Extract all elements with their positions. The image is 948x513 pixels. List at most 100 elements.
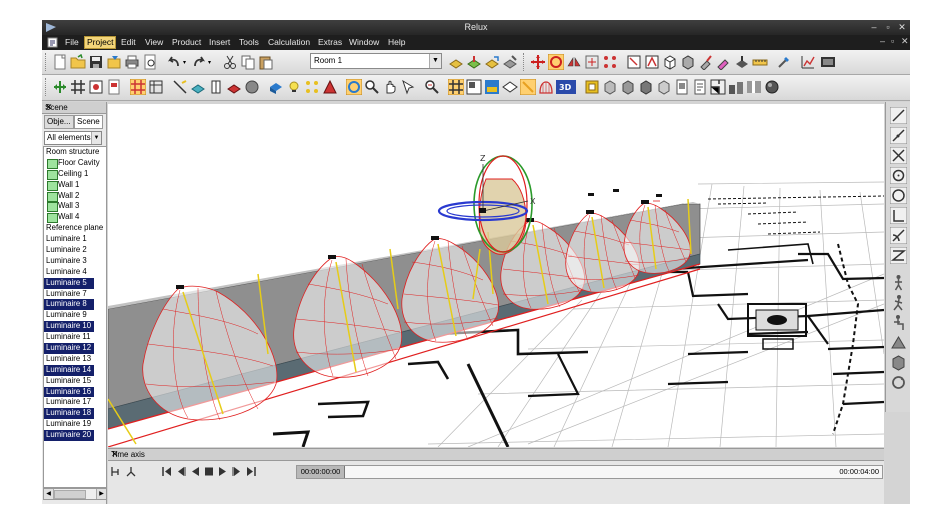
tree-item[interactable]: Room structure xyxy=(44,147,106,158)
tree-item[interactable]: Luminaire 7 xyxy=(44,289,106,300)
tree-item[interactable]: Ceiling 1 xyxy=(44,169,106,180)
scroll-left-icon[interactable]: ◀ xyxy=(44,489,54,499)
draw-line-tool-icon[interactable] xyxy=(890,107,907,124)
remove-keyframe-icon[interactable] xyxy=(125,466,137,477)
view-back-icon[interactable] xyxy=(656,79,672,95)
zoom-icon[interactable] xyxy=(364,79,380,95)
colour-icon[interactable] xyxy=(716,54,732,70)
view-front-icon[interactable] xyxy=(602,79,618,95)
zoom-extents-icon[interactable] xyxy=(88,79,104,95)
3d-stereo-icon[interactable]: 3D xyxy=(556,79,576,95)
3d-viewport[interactable]: Z X xyxy=(108,104,884,447)
plane-view-icon[interactable] xyxy=(502,79,518,95)
insert-luminaire-icon[interactable] xyxy=(286,79,302,95)
menu-product[interactable]: Product xyxy=(170,37,203,48)
refresh-view-icon[interactable] xyxy=(890,374,907,391)
polyline-tool-icon[interactable] xyxy=(890,247,907,264)
insert-sphere-icon[interactable] xyxy=(244,79,260,95)
paste-icon[interactable] xyxy=(258,54,274,70)
view-top-icon[interactable] xyxy=(584,79,600,95)
pan-icon[interactable] xyxy=(382,79,398,95)
3d-scene[interactable]: Z X xyxy=(108,104,884,447)
cut-icon[interactable] xyxy=(222,54,238,70)
play-icon[interactable] xyxy=(218,466,228,477)
open-folder-icon[interactable] xyxy=(70,54,86,70)
tools-icon[interactable] xyxy=(776,54,792,70)
menu-view[interactable]: View xyxy=(143,37,165,48)
rotate-icon[interactable] xyxy=(548,54,564,70)
circle-tool-icon[interactable] xyxy=(890,167,907,184)
wireframe-icon[interactable] xyxy=(148,79,164,95)
tree-item[interactable]: Wall 2 xyxy=(44,191,106,202)
surface-icon[interactable] xyxy=(734,54,750,70)
report-icon[interactable] xyxy=(692,79,708,95)
view-layout-icon[interactable] xyxy=(466,79,482,95)
select-pointer-icon[interactable] xyxy=(400,79,416,95)
snap-icon[interactable] xyxy=(52,79,68,95)
insert-surface-icon[interactable] xyxy=(226,79,242,95)
person-sitting-icon[interactable] xyxy=(890,314,907,331)
step-forward-icon[interactable] xyxy=(232,466,242,477)
play-reverse-icon[interactable] xyxy=(190,466,200,477)
tree-item[interactable]: Luminaire 18 xyxy=(44,408,94,420)
insert-object-icon[interactable] xyxy=(190,79,206,95)
person-standing-icon[interactable] xyxy=(890,274,907,291)
insert-arrangement-icon[interactable] xyxy=(304,79,320,95)
light-ray-icon[interactable] xyxy=(520,79,536,95)
select-poly-icon[interactable] xyxy=(644,54,660,70)
section-icon[interactable] xyxy=(746,79,762,95)
paint-material-icon[interactable] xyxy=(698,54,714,70)
tree-item[interactable]: Luminaire 4 xyxy=(44,267,106,278)
tree-item[interactable]: Luminaire 2 xyxy=(44,245,106,256)
sphere-render-icon[interactable] xyxy=(764,79,780,95)
redo-icon[interactable] xyxy=(191,54,207,70)
close-icon[interactable]: ✕ xyxy=(111,449,880,460)
elevation-icon[interactable] xyxy=(728,79,744,95)
layer-icon[interactable] xyxy=(106,79,122,95)
print-icon[interactable] xyxy=(124,54,140,70)
current-time[interactable]: 00:00:00:00 xyxy=(297,466,345,478)
close-button[interactable]: ✕ xyxy=(896,22,908,33)
delete-room-icon[interactable] xyxy=(502,54,518,70)
render-icon[interactable] xyxy=(484,79,500,95)
angle-tool-icon[interactable] xyxy=(890,207,907,224)
tab-scene[interactable]: Scene xyxy=(74,115,103,129)
chevron-down-icon[interactable]: ▼ xyxy=(429,54,441,68)
skip-start-icon[interactable] xyxy=(162,466,172,477)
copy-icon[interactable] xyxy=(240,54,256,70)
tree-item[interactable]: Luminaire 13 xyxy=(44,354,106,365)
menu-tools[interactable]: Tools xyxy=(237,37,261,48)
arc-tool-icon[interactable] xyxy=(890,227,907,244)
skip-end-icon[interactable] xyxy=(246,466,256,477)
tree-item[interactable]: Luminaire 17 xyxy=(44,397,106,408)
step-back-icon[interactable] xyxy=(176,466,186,477)
menu-calculation[interactable]: Calculation xyxy=(266,37,312,48)
box-icon[interactable] xyxy=(662,54,678,70)
mirror-icon[interactable] xyxy=(566,54,582,70)
camera-view-icon[interactable] xyxy=(890,334,907,351)
object-icon[interactable] xyxy=(680,54,696,70)
print-preview-icon[interactable] xyxy=(142,54,158,70)
menu-project[interactable]: Project xyxy=(84,36,117,49)
tree-item[interactable]: Luminaire 14 xyxy=(44,364,94,376)
timeline-slider[interactable]: 00:00:00:00 00:00:04:00 xyxy=(296,465,883,479)
tree-item[interactable]: Luminaire 8 xyxy=(44,299,94,311)
tree-item[interactable]: Luminaire 11 xyxy=(44,332,106,343)
insert-furniture-icon[interactable] xyxy=(268,79,284,95)
film-icon[interactable] xyxy=(820,54,836,70)
view-iso-icon[interactable] xyxy=(638,79,654,95)
room-selector[interactable]: Room 1 ▼ xyxy=(310,53,442,69)
draw-line-icon[interactable] xyxy=(172,79,188,95)
mdi-minimize-icon[interactable]: – xyxy=(880,36,885,46)
mdi-close-icon[interactable]: ✕ xyxy=(901,36,909,47)
grid-toggle-icon[interactable] xyxy=(130,79,146,95)
menu-edit[interactable]: Edit xyxy=(119,37,138,48)
menu-file[interactable]: File xyxy=(63,37,81,48)
toolbar-grip[interactable] xyxy=(45,53,49,71)
tree-item[interactable]: Floor Cavity xyxy=(44,158,106,169)
select-rect-icon[interactable] xyxy=(626,54,642,70)
tree-item[interactable]: Wall 4 xyxy=(44,212,106,224)
box-view-icon[interactable] xyxy=(890,354,907,371)
insert-sensor-icon[interactable] xyxy=(322,79,338,95)
tree-item[interactable]: Wall 1 xyxy=(44,180,106,191)
